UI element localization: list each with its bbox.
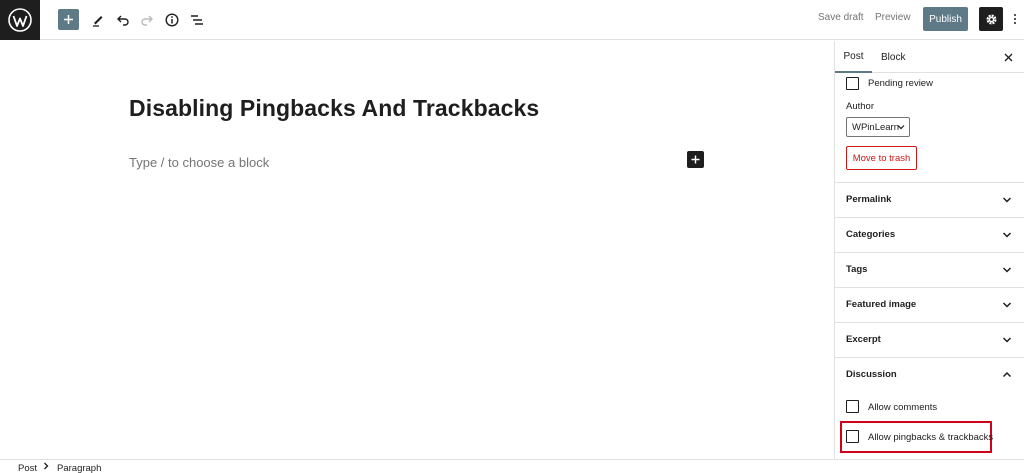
breadcrumb-item-post[interactable]: Post — [18, 463, 37, 473]
panel-categories[interactable]: Categories — [835, 217, 1024, 252]
more-options-button[interactable] — [1008, 9, 1022, 29]
pending-review-label: Pending review — [868, 78, 933, 89]
chevron-down-icon — [1002, 302, 1012, 308]
gear-icon — [985, 13, 997, 25]
close-icon — [1004, 53, 1012, 61]
author-value: WPinLearn — [852, 121, 899, 133]
chevron-down-icon — [897, 125, 905, 130]
inline-add-block-button[interactable] — [687, 151, 704, 168]
author-select[interactable]: WPinLearn — [846, 117, 910, 137]
more-dot-icon — [1014, 22, 1016, 24]
move-to-trash-button[interactable]: Move to trash — [846, 146, 917, 170]
tab-block[interactable]: Block — [881, 41, 905, 73]
settings-sidebar: Post Block Pending review Author WPinLea… — [834, 41, 1024, 459]
chevron-down-icon — [1002, 267, 1012, 273]
undo-button[interactable] — [113, 8, 133, 32]
author-label: Author — [846, 101, 874, 112]
settings-button[interactable] — [979, 7, 1003, 31]
allow-comments-checkbox[interactable] — [846, 400, 859, 413]
panel-permalink[interactable]: Permalink — [835, 182, 1024, 217]
add-block-button[interactable] — [58, 9, 79, 30]
panel-excerpt[interactable]: Excerpt — [835, 322, 1024, 357]
redo-button[interactable] — [137, 8, 157, 32]
info-icon — [165, 13, 179, 27]
editor-toolbar: Save draft Preview Publish — [0, 0, 1024, 40]
more-dot-icon — [1014, 18, 1016, 20]
undo-icon — [117, 15, 129, 26]
breadcrumb: Post Paragraph — [0, 459, 1024, 473]
redo-icon — [141, 15, 153, 26]
allow-pingbacks-checkbox[interactable] — [846, 430, 859, 443]
panel-title: Excerpt — [846, 334, 881, 345]
panel-title: Categories — [846, 229, 896, 240]
panel-title: Permalink — [846, 194, 892, 205]
list-view-icon — [191, 15, 203, 25]
chevron-down-icon — [1002, 197, 1012, 203]
post-title[interactable]: Disabling Pingbacks And Trackbacks — [129, 95, 539, 122]
details-button[interactable] — [161, 8, 183, 32]
panel-title: Discussion — [846, 369, 897, 380]
breadcrumb-item-paragraph[interactable]: Paragraph — [57, 463, 101, 473]
close-sidebar-button[interactable] — [1000, 49, 1016, 65]
allow-comments-label: Allow comments — [868, 402, 938, 413]
panel-title: Tags — [846, 264, 868, 275]
panel-tags[interactable]: Tags — [835, 252, 1024, 287]
block-placeholder[interactable]: Type / to choose a block — [129, 155, 269, 170]
wordpress-logo-button[interactable] — [0, 0, 40, 40]
plus-icon — [64, 15, 73, 24]
panel-discussion[interactable]: Discussion — [835, 357, 1024, 392]
chevron-down-icon — [1002, 232, 1012, 238]
panel-title: Featured image — [846, 299, 917, 310]
publish-button[interactable]: Publish — [923, 7, 968, 31]
wordpress-logo-icon — [8, 8, 32, 32]
allow-pingbacks-label: Allow pingbacks & trackbacks — [868, 432, 994, 443]
plus-icon — [691, 155, 700, 164]
sidebar-tabs: Post Block — [835, 41, 1024, 73]
chevron-down-icon — [1002, 337, 1012, 343]
breadcrumb-separator-icon — [42, 461, 50, 471]
chevron-up-icon — [1002, 371, 1012, 378]
more-dot-icon — [1014, 14, 1016, 16]
pencil-icon — [93, 16, 103, 27]
editor-canvas: Disabling Pingbacks And Trackbacks Type … — [0, 41, 834, 459]
preview-button[interactable]: Preview — [875, 12, 911, 23]
pending-review-checkbox[interactable] — [846, 77, 859, 90]
tab-post[interactable]: Post — [835, 41, 872, 73]
tools-button[interactable] — [88, 8, 108, 32]
panel-featured-image[interactable]: Featured image — [835, 287, 1024, 322]
save-draft-button[interactable]: Save draft — [818, 12, 864, 23]
list-view-button[interactable] — [186, 8, 208, 32]
